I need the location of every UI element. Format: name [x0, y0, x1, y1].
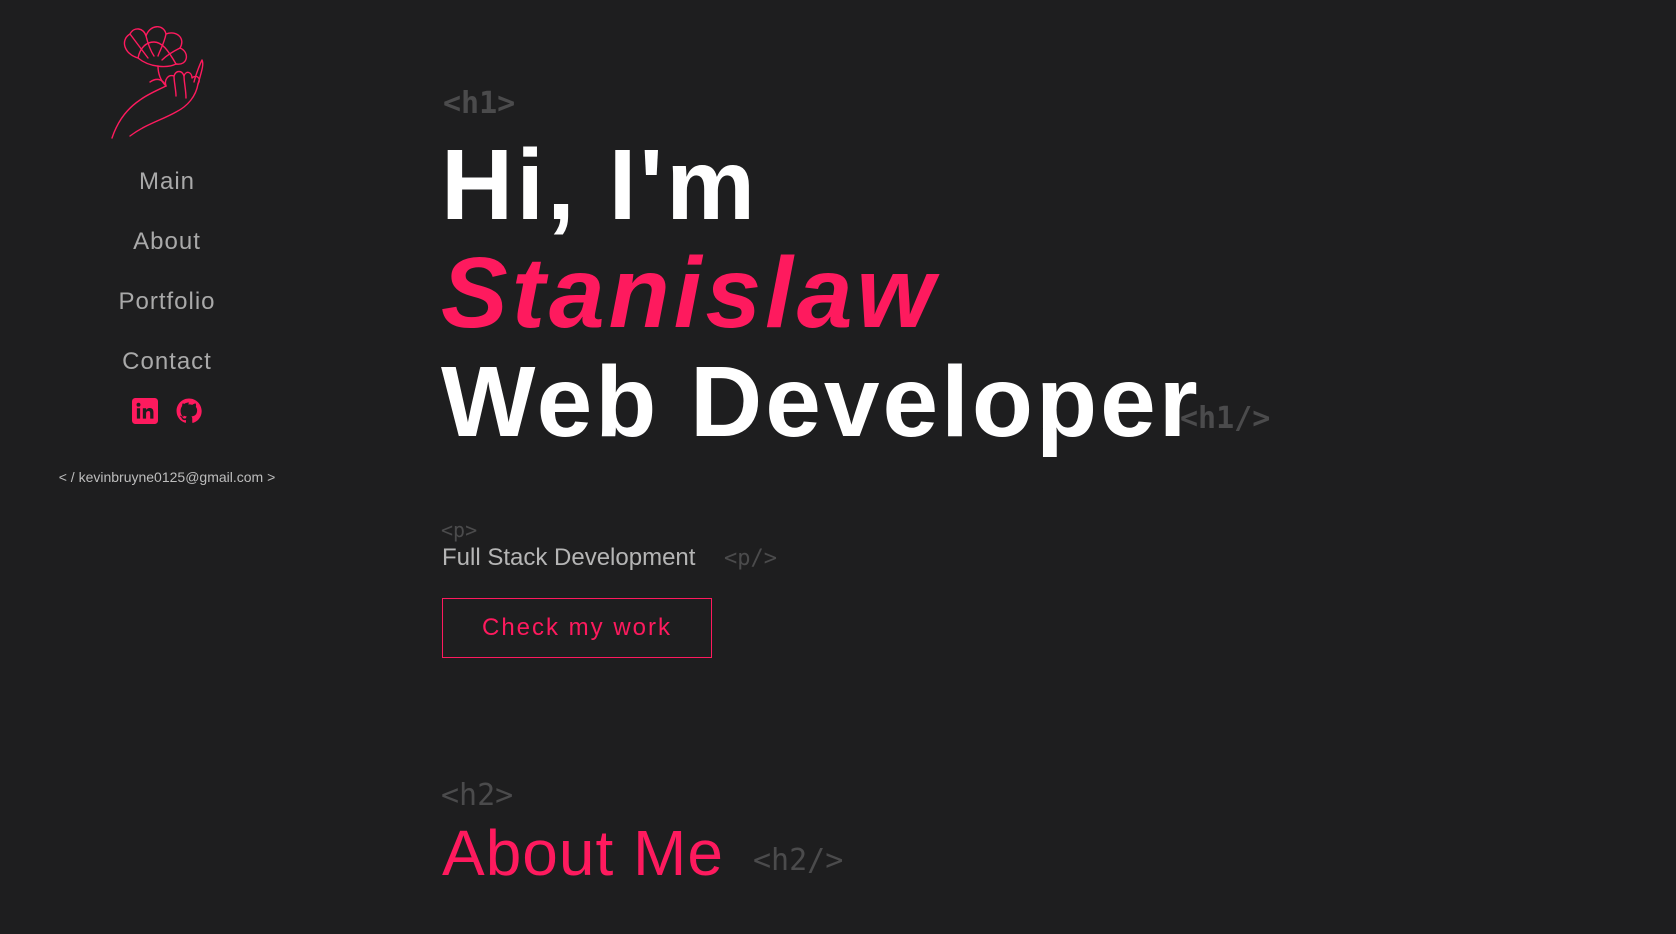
- hero-subtitle: Full Stack Development: [442, 544, 696, 571]
- h1-close-tag: <h1/>: [1180, 401, 1271, 436]
- h2-open-tag: <h2>: [441, 778, 514, 813]
- nav-item-contact[interactable]: Contact: [122, 340, 212, 384]
- sidebar: Main About Portfolio Contact < / kevinbr…: [0, 0, 334, 934]
- about-section-title: About Me: [442, 817, 724, 889]
- main-nav: Main About Portfolio Contact: [0, 160, 334, 400]
- p-close-tag: <p/>: [724, 546, 777, 571]
- nav-item-about[interactable]: About: [133, 220, 201, 264]
- h2-close-tag: <h2/>: [753, 843, 844, 878]
- github-icon[interactable]: [176, 398, 202, 424]
- p-open-tag: <p>: [441, 518, 478, 542]
- hand-with-flower-icon[interactable]: [110, 20, 210, 140]
- nav-item-portfolio[interactable]: Portfolio: [118, 280, 215, 324]
- hero-name: Stanislaw: [441, 237, 939, 349]
- h1-open-tag: <h1>: [443, 86, 516, 121]
- linkedin-icon[interactable]: [131, 398, 158, 424]
- hero-greeting: Hi, I'm: [441, 129, 759, 241]
- hero-role: Web Developer: [441, 346, 1201, 458]
- check-my-work-button[interactable]: Check my work: [442, 598, 712, 658]
- contact-email: < / kevinbruyne0125@gmail.com >: [58, 469, 276, 485]
- social-links: [0, 398, 334, 424]
- nav-item-main[interactable]: Main: [139, 160, 195, 204]
